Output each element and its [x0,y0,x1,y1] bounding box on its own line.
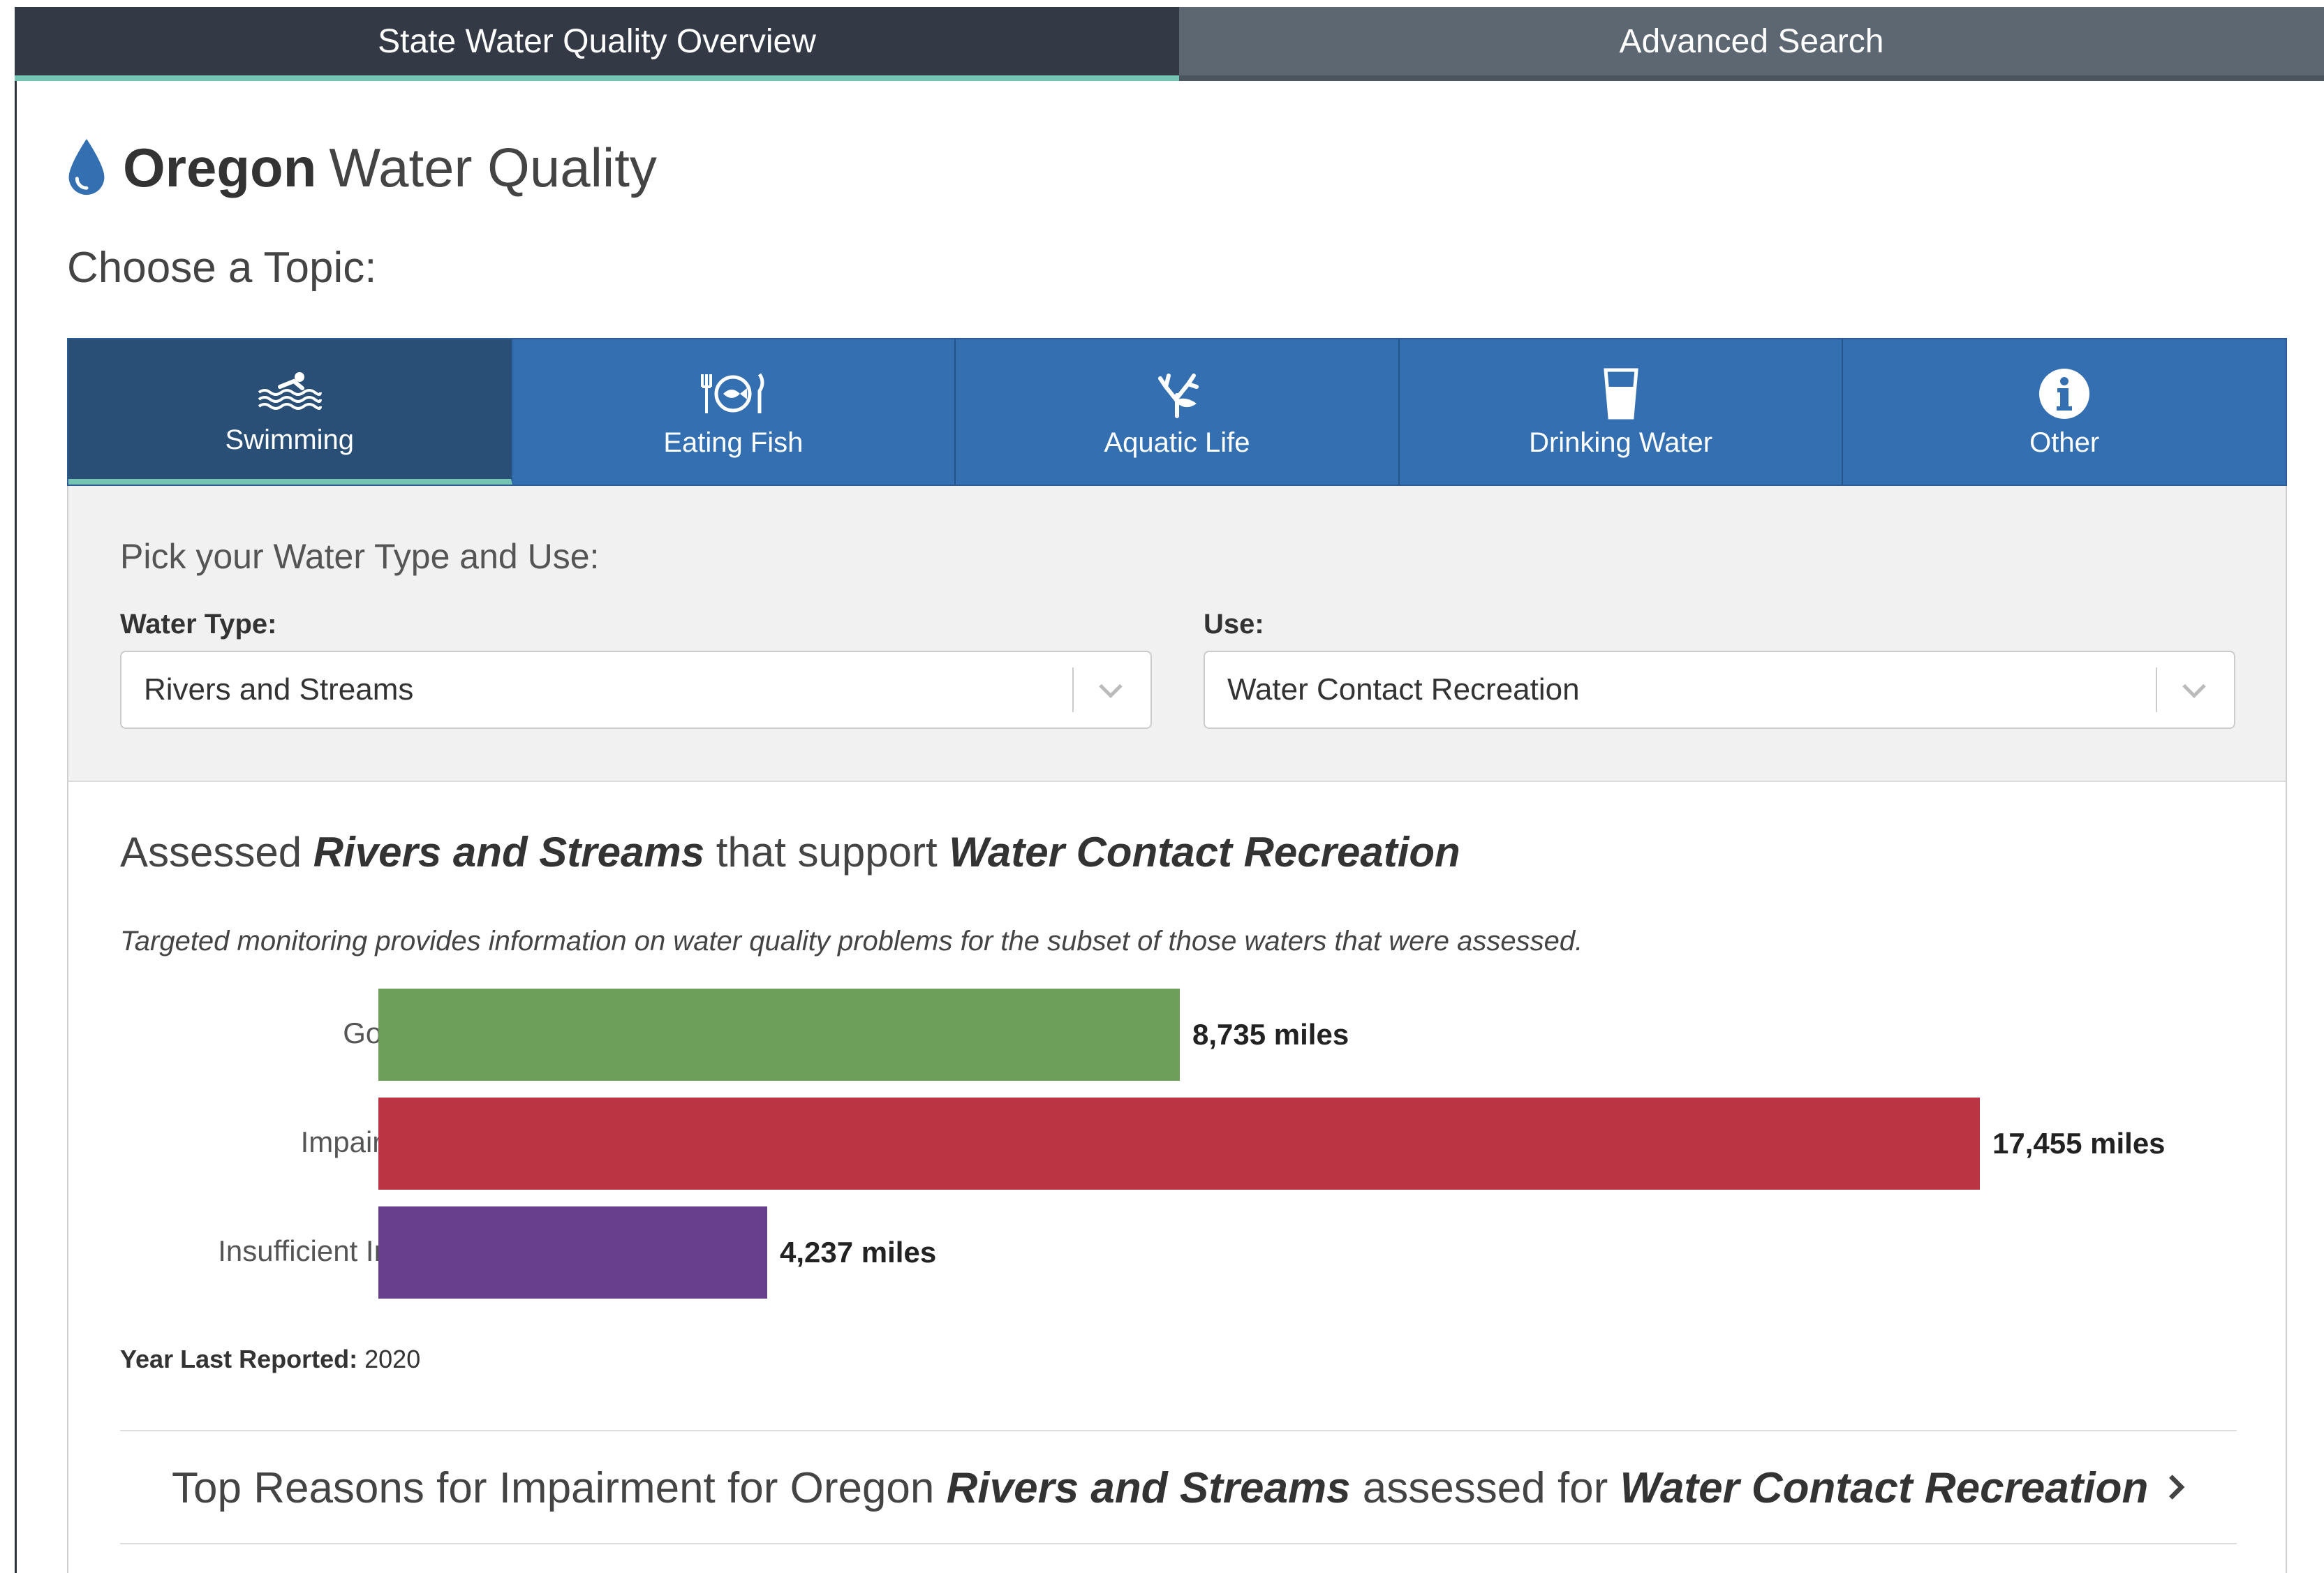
year-last-reported: Year Last Reported: 2020 [120,1345,420,1374]
chevron-down-icon[interactable] [1093,673,1128,708]
year-label: Year Last Reported: [120,1345,358,1373]
fish-plate-icon [701,373,764,413]
water-drop-icon [68,138,105,195]
info-icon [2039,368,2090,419]
water-type-select[interactable]: Rivers and Streams [120,651,1152,729]
topic-label: Other [2029,427,2100,458]
tab-advanced-search[interactable]: Advanced Search [1179,7,2324,81]
summary-heading: Assessed Rivers and Streams that support… [120,828,1460,876]
accordion-title: Top Reasons for Impairment for Oregon Ri… [172,1463,2148,1513]
bar-good[interactable] [378,989,1180,1081]
heading-prefix: Assessed [120,829,313,876]
use-label: Use: [1204,609,1264,640]
filter-prompt: Pick your Water Type and Use: [120,537,600,576]
topic-aquatic-life[interactable]: Aquatic Life [956,339,1400,485]
state-name: Oregon [123,136,317,198]
bar-insufficient-info[interactable] [378,1206,767,1299]
content-panel: Pick your Water Type and Use: Water Type… [67,486,2287,1573]
water-glass-icon [1603,368,1638,419]
bar-value-label: 17,455 miles [1992,1127,2166,1160]
monitoring-note: Targeted monitoring provides information… [120,926,1583,957]
accordion-water-type: Rivers and Streams [946,1464,1351,1512]
coral-icon [1157,373,1199,418]
accordion-prefix: Top Reasons for Impairment for Oregon [172,1464,947,1512]
divider [120,1543,2237,1544]
select-separator [2156,667,2157,712]
water-type-label: Water Type: [120,609,277,640]
impairment-reasons-accordion[interactable]: Top Reasons for Impairment for Oregon Ri… [120,1431,2237,1543]
tab-label: Advanced Search [1619,22,1884,60]
heading-water-type: Rivers and Streams [313,829,705,876]
select-separator [1072,667,1074,712]
bar-value-label: 8,735 miles [1192,1018,1349,1051]
tab-label: State Water Quality Overview [378,22,816,60]
topic-other[interactable]: Other [1843,339,2286,485]
assessment-bar-chart: Good8,735 milesImpaired17,455 milesInsuf… [68,989,2288,1324]
topic-label: Swimming [225,424,355,455]
bar-impaired[interactable] [378,1098,1980,1190]
choose-topic-label: Choose a Topic: [67,244,377,292]
top-tab-bar: State Water Quality Overview Advanced Se… [15,7,2324,81]
topic-label: Aquatic Life [1104,427,1250,458]
bar-value-label: 4,237 miles [780,1236,937,1269]
tab-state-overview[interactable]: State Water Quality Overview [15,7,1179,81]
chevron-right-icon[interactable] [2160,1472,2191,1502]
topic-label: Drinking Water [1529,427,1713,458]
topic-label: Eating Fish [663,427,804,458]
topic-eating-fish[interactable]: Eating Fish [512,339,956,485]
heading-middle: that support [704,829,949,876]
topic-swimming[interactable]: Swimming [68,339,512,485]
use-value: Water Contact Recreation [1227,672,1580,707]
year-value: 2020 [364,1345,421,1373]
swimmer-icon [258,371,322,410]
topic-tabs: Swimming Eating Fish Aquatic Life Drinki… [67,338,2287,486]
filter-box: Pick your Water Type and Use: Water Type… [68,486,2286,782]
page-title: Oregon Water Quality [66,133,657,202]
title-text: Water Quality [329,136,657,198]
accordion-middle: assessed for [1350,1464,1620,1512]
chevron-down-icon[interactable] [2177,673,2212,708]
topic-drinking-water[interactable]: Drinking Water [1399,339,1844,485]
heading-use: Water Contact Recreation [949,829,1460,876]
water-type-value: Rivers and Streams [144,672,414,707]
accordion-use: Water Contact Recreation [1620,1464,2149,1512]
use-select[interactable]: Water Contact Recreation [1204,651,2235,729]
